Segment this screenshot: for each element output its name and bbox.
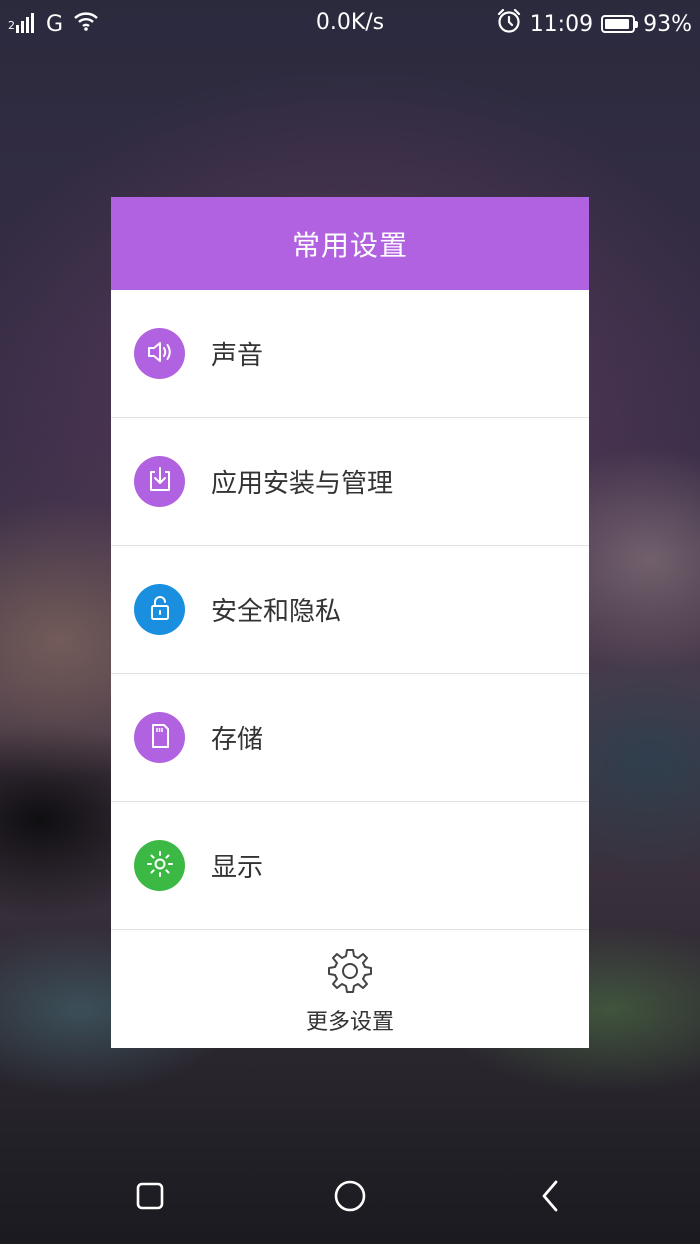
menu-item-sound[interactable]: 声音 — [111, 290, 589, 418]
back-chevron-icon — [537, 1179, 563, 1217]
dialog-header: 常用设置 — [111, 197, 589, 290]
menu-item-display[interactable]: 显示 — [111, 802, 589, 930]
menu-label-storage: 存储 — [211, 725, 264, 755]
sd-card-icon — [145, 721, 175, 755]
menu-icon-badge — [134, 328, 185, 379]
menu-label-sound: 声音 — [211, 341, 264, 371]
battery-fill — [605, 19, 629, 29]
speaker-icon — [145, 337, 175, 371]
more-settings-label: 更多设置 — [305, 1010, 394, 1035]
status-right: 11:09 93% — [496, 8, 692, 40]
menu-item-storage[interactable]: 存储 — [111, 674, 589, 802]
brightness-icon — [145, 849, 175, 883]
common-settings-dialog: 常用设置 声音 应用安装与管理 安全和隐私 存储 显示 更多设置 — [111, 197, 589, 1048]
menu-icon-badge — [134, 456, 185, 507]
more-settings-button[interactable]: 更多设置 — [111, 930, 589, 1041]
lock-icon — [145, 593, 175, 627]
download-icon — [145, 465, 175, 499]
menu-icon-badge — [134, 840, 185, 891]
gear-icon — [325, 946, 375, 1000]
dialog-title: 常用设置 — [291, 228, 408, 262]
menu-label-display: 显示 — [211, 853, 264, 883]
home-button[interactable] — [332, 1180, 368, 1216]
recent-apps-button[interactable] — [132, 1180, 168, 1216]
menu-icon-badge — [134, 712, 185, 763]
back-button[interactable] — [532, 1180, 568, 1216]
menu-icon-badge — [134, 584, 185, 635]
menu-label-app-install: 应用安装与管理 — [211, 469, 394, 499]
battery-percent: 93% — [643, 11, 692, 37]
battery-icon — [601, 15, 639, 33]
clock: 11:09 — [529, 11, 594, 37]
navigation-bar — [0, 1150, 700, 1244]
square-icon — [135, 1181, 165, 1215]
menu-item-security-privacy[interactable]: 安全和隐私 — [111, 546, 589, 674]
menu-item-app-install[interactable]: 应用安装与管理 — [111, 418, 589, 546]
menu-label-security-privacy: 安全和隐私 — [211, 597, 342, 627]
alarm-icon — [496, 8, 522, 40]
status-bar: 2 G 0.0K/s 11:09 93% — [0, 0, 700, 48]
circle-icon — [333, 1179, 367, 1217]
